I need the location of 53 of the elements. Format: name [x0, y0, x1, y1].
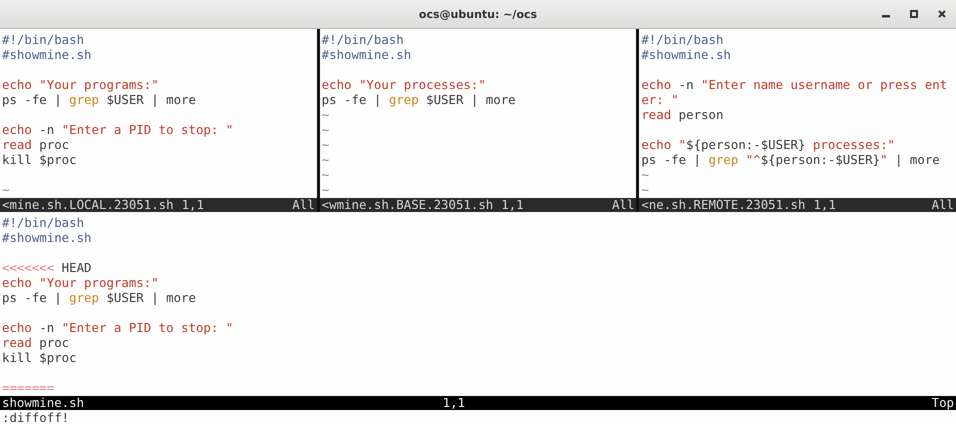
cursor-position: 1,1	[501, 198, 524, 212]
tilde-line: ~	[641, 167, 650, 182]
tilde-line: ~	[322, 167, 330, 182]
scroll-position: All	[292, 198, 316, 212]
code-line: echo "${person:-$USER} processes:"	[641, 137, 896, 152]
code-line: echo "Your processes:"	[322, 77, 487, 92]
status-filename: <mine.sh.LOCAL.23051.sh	[2, 198, 174, 212]
command-line[interactable]: :diffoff!	[2, 410, 70, 424]
code-line: echo -n "Enter a PID to stop: "	[2, 320, 234, 335]
code-line: echo "Your programs:"	[2, 275, 160, 290]
scroll-position: All	[612, 198, 636, 212]
tilde-line: ~	[322, 137, 330, 152]
code-line: #showmine.sh	[322, 47, 412, 62]
tilde-line: ~	[641, 182, 650, 197]
maximize-icon[interactable]	[910, 10, 918, 18]
code-line: er: "	[641, 92, 680, 107]
minimize-icon[interactable]	[882, 15, 890, 18]
code-line: <<<<<<< HEAD	[2, 260, 93, 275]
code-line: ps -fe | grep $USER | more	[322, 92, 517, 107]
window-title: ocs@ubuntu: ~/ocs	[418, 8, 538, 20]
status-filename: showmine.sh	[2, 396, 84, 410]
code-line: read proc	[2, 335, 70, 350]
code-line: echo -n "Enter a PID to stop: "	[2, 122, 234, 137]
scroll-position: Top	[932, 396, 955, 410]
code-line: #!/bin/bash	[641, 32, 724, 47]
code-line: kill $proc	[2, 350, 78, 365]
code-line: read person	[641, 107, 724, 122]
close-icon[interactable]	[938, 10, 946, 18]
code-line: #!/bin/bash	[2, 215, 86, 230]
scroll-position: All	[932, 198, 956, 212]
status-filename: <wmine.sh.BASE.23051.sh	[322, 198, 494, 212]
tilde-line: ~	[2, 182, 10, 197]
code-line: ps -fe | grep $USER | more	[2, 92, 197, 107]
code-line: ps -fe | grep "^${person:-$USER}" | more	[641, 152, 941, 167]
code-line: read proc	[2, 137, 70, 152]
cursor-position: 1,1	[182, 198, 204, 212]
cursor-position: 1,1	[813, 198, 836, 212]
code-line: #showmine.sh	[641, 47, 732, 62]
code-line: ps -fe | grep $USER | more	[2, 290, 197, 305]
code-line: kill $proc	[2, 152, 78, 167]
code-line: =======	[2, 380, 56, 395]
code-line: #showmine.sh	[2, 47, 93, 62]
status-filename: <ne.sh.REMOTE.23051.sh	[641, 198, 806, 212]
cursor-position: 1,1	[442, 396, 466, 410]
code-line: #showmine.sh	[2, 230, 93, 245]
tilde-line: ~	[322, 182, 330, 197]
code-line: echo "Your programs:"	[2, 77, 160, 92]
code-line: echo -n "Enter name username or press ent	[641, 77, 948, 92]
tilde-line: ~	[322, 152, 330, 167]
code-line: #!/bin/bash	[322, 32, 405, 47]
code-line: #!/bin/bash	[2, 32, 86, 47]
tilde-line: ~	[322, 107, 330, 122]
tilde-line: ~	[322, 122, 330, 137]
